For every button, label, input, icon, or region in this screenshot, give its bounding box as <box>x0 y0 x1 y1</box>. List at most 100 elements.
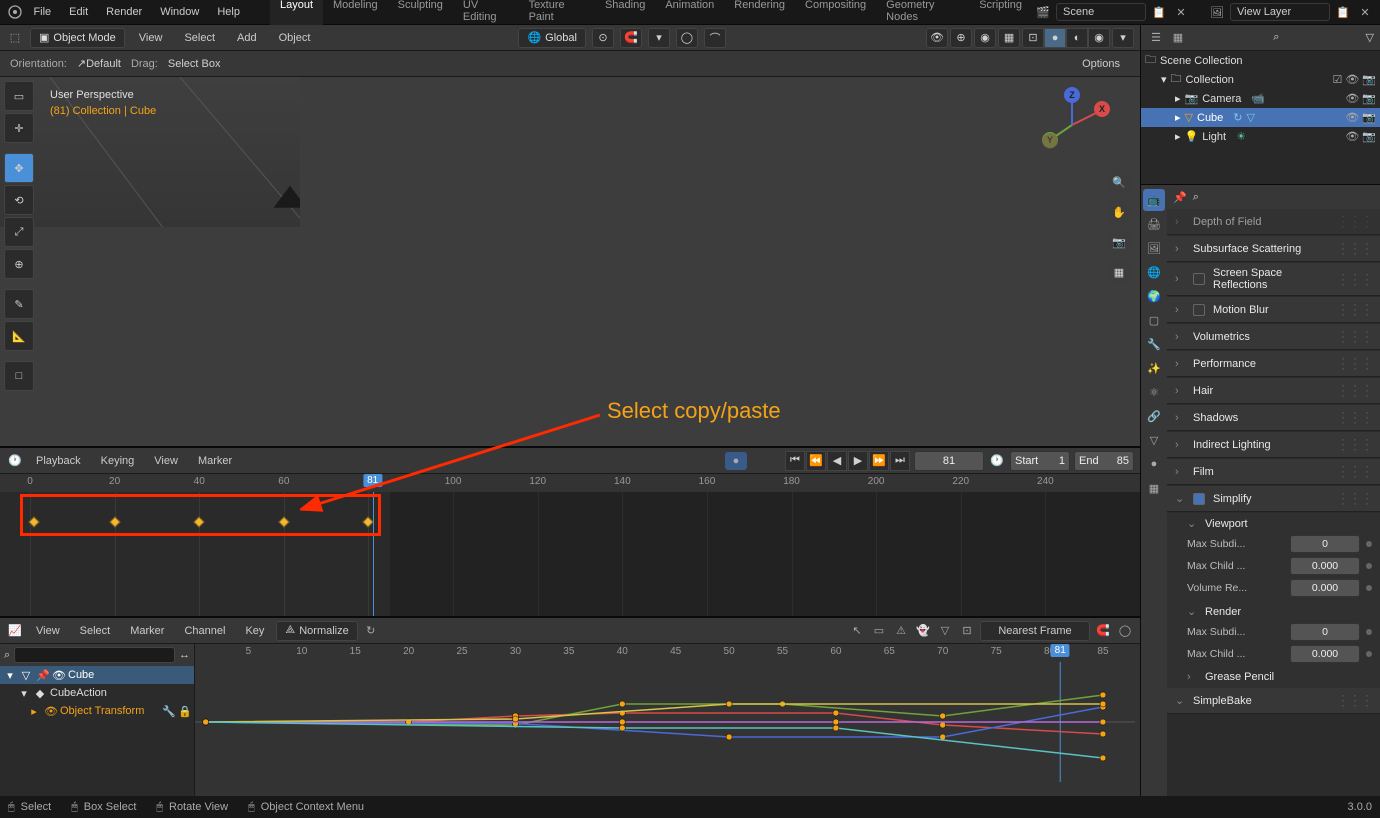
xray-toggle[interactable]: ▦ <box>998 28 1020 48</box>
render-icon[interactable]: 📷 <box>1362 92 1376 105</box>
move-tool[interactable]: ✥ <box>4 153 34 183</box>
tab-modifiers[interactable]: 🔧 <box>1143 333 1165 355</box>
snap-toggle[interactable]: 🧲 <box>620 28 642 48</box>
expand-horizontal-icon[interactable]: ↔ <box>179 649 190 661</box>
outliner-item-light[interactable]: ▸ 💡 Light ☀ 👁📷 <box>1141 127 1380 146</box>
tab-texture[interactable]: ▦ <box>1143 477 1165 499</box>
snap-dropdown[interactable]: ▾ <box>648 28 670 48</box>
panel-volumetrics[interactable]: ›Volumetrics⋮⋮⋮ <box>1167 324 1380 350</box>
panel-simplebake[interactable]: ⌄SimpleBake⋮⋮⋮ <box>1167 688 1380 714</box>
graph-snap-icon[interactable]: 🧲 <box>1094 622 1112 640</box>
measure-tool[interactable]: 📐 <box>4 321 34 351</box>
render-icon[interactable]: 📷 <box>1362 73 1376 86</box>
outliner-display-mode[interactable]: ☰ <box>1147 29 1165 47</box>
viewlayer-browse-icon[interactable]: 🖼 <box>1208 3 1226 21</box>
add-cube-tool[interactable]: □ <box>4 361 34 391</box>
lock-icon[interactable]: 🔒 <box>178 705 190 718</box>
axis-z-icon[interactable]: Z <box>1064 87 1080 103</box>
checkbox-icon[interactable]: ☑ <box>1332 73 1342 86</box>
drag-handle-icon[interactable]: ⋮⋮⋮ <box>1336 240 1372 257</box>
drag-handle-icon[interactable]: ⋮⋮⋮ <box>1336 301 1372 318</box>
outliner-scene-collection[interactable]: 🗀 Scene Collection <box>1141 51 1380 70</box>
rendered-shading[interactable]: ◉ <box>1088 28 1110 48</box>
max-subdiv-vp-input[interactable]: 0 <box>1290 535 1360 553</box>
normalize-toggle[interactable]: ⟁Normalize <box>276 621 357 641</box>
panel-performance[interactable]: ›Performance⋮⋮⋮ <box>1167 351 1380 377</box>
prev-keyframe-button[interactable]: ⏪ <box>806 451 826 471</box>
solid-shading[interactable]: ● <box>1044 28 1066 48</box>
nav-gizmo[interactable]: X Y Z <box>1032 85 1112 165</box>
search-icon[interactable]: ⌕ <box>1273 31 1279 44</box>
render-icon[interactable]: 📷 <box>1362 130 1376 143</box>
max-subdiv-r-input[interactable]: 0 <box>1290 623 1360 641</box>
checkbox-icon[interactable] <box>1193 273 1205 285</box>
graph-playhead-flag[interactable]: 81 <box>1051 644 1070 657</box>
tab-viewlayer[interactable]: 🖼 <box>1143 237 1165 259</box>
max-child-vp-input[interactable]: 0.000 <box>1290 557 1360 575</box>
playback-menu[interactable]: Playback <box>28 452 89 470</box>
drag-handle-icon[interactable]: ⋮⋮⋮ <box>1336 328 1372 345</box>
panel-subsurface-scattering[interactable]: ›Subsurface Scattering⋮⋮⋮ <box>1167 236 1380 262</box>
pivot-dropdown[interactable]: ⊙ <box>592 28 614 48</box>
axis-x-icon[interactable]: X <box>1094 101 1110 117</box>
panel-simplify-render[interactable]: ⌄Render <box>1187 599 1372 620</box>
view-menu[interactable]: View <box>131 29 171 47</box>
panel-hair[interactable]: ›Hair⋮⋮⋮ <box>1167 378 1380 404</box>
graph-editor-type-icon[interactable]: 📈 <box>6 622 24 640</box>
graph-selected-only-icon[interactable]: ⊡ <box>958 622 976 640</box>
tab-output[interactable]: 🖨 <box>1143 213 1165 235</box>
panel-depth-of-field[interactable]: ›Depth of Field⋮⋮⋮ <box>1167 209 1380 235</box>
select-menu[interactable]: Select <box>176 29 223 47</box>
shading-options[interactable]: ▾ <box>1112 28 1134 48</box>
tab-constraints[interactable]: 🔗 <box>1143 405 1165 427</box>
cursor-tool[interactable]: ✛ <box>4 113 34 143</box>
panel-film[interactable]: ›Film⋮⋮⋮ <box>1167 459 1380 485</box>
tool-options-button[interactable]: Options <box>1072 55 1130 73</box>
graph-box-icon[interactable]: ▭ <box>870 622 888 640</box>
autokeying-toggle[interactable]: ● <box>725 452 747 470</box>
material-shading[interactable]: ◐ <box>1066 28 1088 48</box>
snap-mode-dropdown[interactable]: Nearest Frame <box>980 621 1090 641</box>
annotate-tool[interactable]: ✎ <box>4 289 34 319</box>
proportional-falloff[interactable]: ⌒ <box>704 28 726 48</box>
clock-icon[interactable]: 🕐 <box>988 452 1006 470</box>
channel-action-row[interactable]: ▾ ◆ CubeAction <box>0 684 194 702</box>
marker-menu[interactable]: Marker <box>190 452 240 470</box>
eye-icon[interactable]: 👁 <box>1345 73 1359 86</box>
checkbox-icon[interactable] <box>1193 304 1205 316</box>
camera-view-icon[interactable]: 📷 <box>1106 229 1132 255</box>
max-child-r-input[interactable]: 0.000 <box>1290 645 1360 663</box>
current-frame-field[interactable]: 81 <box>914 451 984 471</box>
panel-simplify-viewport[interactable]: ⌄Viewport <box>1187 515 1372 532</box>
timeline-body[interactable]: 02040608010012014016018020022024081 <box>0 474 1140 616</box>
tab-material[interactable]: ● <box>1143 453 1165 475</box>
scene-new-icon[interactable]: 📋 <box>1150 3 1168 21</box>
play-button[interactable]: ▶ <box>848 451 868 471</box>
panel-motion-blur[interactable]: ›Motion Blur⋮⋮⋮ <box>1167 297 1380 323</box>
jump-start-button[interactable]: ⏮ <box>785 451 805 471</box>
search-icon[interactable]: ⌕ <box>1193 191 1199 204</box>
graph-select-menu[interactable]: Select <box>72 622 119 640</box>
tab-mesh[interactable]: ▽ <box>1143 429 1165 451</box>
menu-help[interactable]: Help <box>209 3 248 21</box>
wrench-icon[interactable]: 🔧 <box>162 705 174 718</box>
select-box-tool[interactable]: ▭ <box>4 81 34 111</box>
viewport-3d[interactable]: User Perspective (81) Collection | Cube … <box>0 77 1140 446</box>
play-reverse-button[interactable]: ◀ <box>827 451 847 471</box>
tab-particles[interactable]: ✨ <box>1143 357 1165 379</box>
graph-key-menu[interactable]: Key <box>237 622 272 640</box>
wireframe-shading[interactable]: ⊡ <box>1022 28 1044 48</box>
timeline-editor-type-icon[interactable]: 🕐 <box>6 452 24 470</box>
scene-name-field[interactable]: Scene <box>1056 3 1146 21</box>
perspective-toggle-icon[interactable]: ▦ <box>1106 259 1132 285</box>
tab-scene[interactable]: 🌐 <box>1143 261 1165 283</box>
filter-icon[interactable]: ▽ <box>1366 31 1374 44</box>
graph-filter-icon[interactable]: ▽ <box>936 622 954 640</box>
drag-handle-icon[interactable]: ⋮⋮⋮ <box>1336 436 1372 453</box>
drag-mode-dropdown[interactable]: Select Box <box>168 58 221 70</box>
graph-ghost-icon[interactable]: 👻 <box>914 622 932 640</box>
panel-shadows[interactable]: ›Shadows⋮⋮⋮ <box>1167 405 1380 431</box>
drag-handle-icon[interactable]: ⋮⋮⋮ <box>1336 213 1372 230</box>
anim-dot[interactable] <box>1366 541 1372 547</box>
graph-channel-menu[interactable]: Channel <box>176 622 233 640</box>
